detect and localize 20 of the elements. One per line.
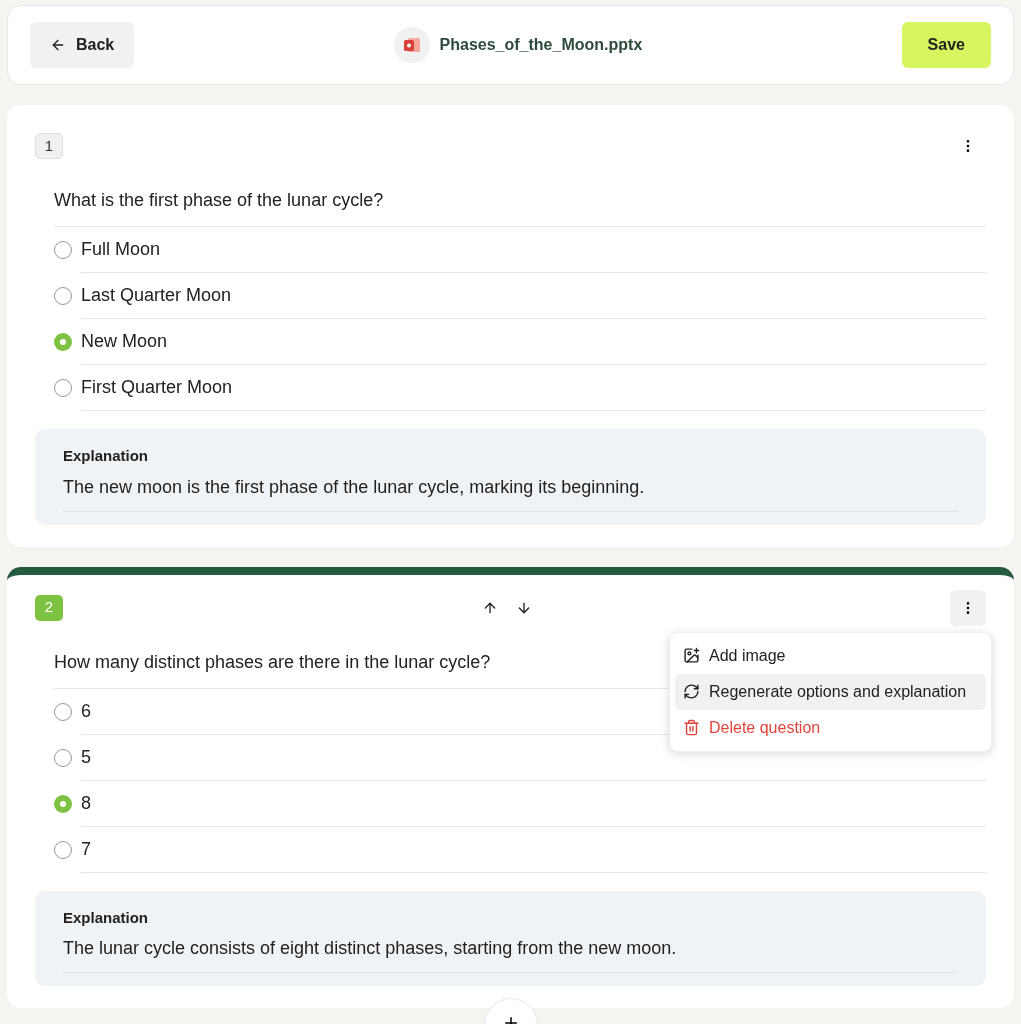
option-text: 8 xyxy=(81,791,91,815)
option-text: 6 xyxy=(81,699,91,723)
option-text: First Quarter Moon xyxy=(81,376,233,399)
file-name: Phases_of_the_Moon.pptx xyxy=(439,35,643,55)
option-text: 5 xyxy=(81,745,91,769)
option-text: Full Moon xyxy=(81,238,161,261)
question-number: 1 xyxy=(35,133,63,159)
question-number: 2 xyxy=(35,594,63,621)
menu-item[interactable]: Regenerate options and explanation xyxy=(675,673,986,710)
explanation-text: The new moon is the first phase of the lunar cycle, marking its beginning. xyxy=(63,473,958,512)
save-button[interactable]: Save xyxy=(901,22,991,68)
option-text: New Moon xyxy=(81,330,168,353)
menu-item[interactable]: Delete question xyxy=(675,709,986,746)
back-button[interactable]: Back xyxy=(30,22,135,68)
question-text: What is the first phase of the lunar cycle? xyxy=(54,187,986,227)
explanation-title: Explanation xyxy=(63,446,149,466)
explanation-text: The lunar cycle consists of eight distinct phases, starting from the new moon. xyxy=(63,935,958,973)
option-text: 7 xyxy=(81,837,91,861)
explanation-title: Explanation xyxy=(63,907,149,928)
option-text: Last Quarter Moon xyxy=(81,284,232,307)
